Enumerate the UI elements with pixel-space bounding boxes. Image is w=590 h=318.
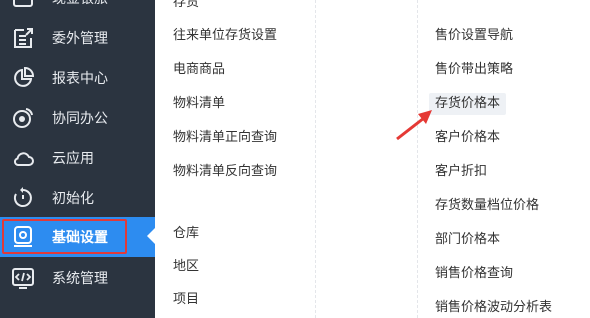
menu-link-department-price-book[interactable]: 部门价格本: [435, 231, 500, 249]
menu-link-customer-price-book[interactable]: 客户价格本: [435, 129, 500, 147]
menu-link-region[interactable]: 地区: [173, 258, 199, 276]
column-divider: [417, 0, 418, 318]
sidebar-item-reports[interactable]: 报表中心: [0, 58, 155, 98]
sidebar-item-label: 现金银旅: [52, 0, 108, 8]
sidebar-item-label: 基础设置: [52, 230, 108, 246]
active-caret: [147, 228, 155, 244]
menu-link-price-setting-guide[interactable]: 售价设置导航: [435, 27, 513, 45]
sidebar-item-cloud[interactable]: 云应用: [0, 138, 155, 178]
sidebar: 现金银旅 委外管理 报表中心 协同办公 云应用 初始化 基础设置: [0, 0, 155, 318]
collaboration-icon: [10, 105, 36, 131]
sidebar-item-label: 云应用: [52, 151, 94, 167]
sidebar-item-basic-settings[interactable]: 基础设置: [0, 217, 155, 257]
code-window-icon: [10, 265, 36, 291]
menu-link-project[interactable]: 项目: [173, 291, 199, 309]
settings-icon: [10, 224, 36, 250]
pie-chart-icon: [10, 65, 36, 91]
refresh-icon: [10, 185, 36, 211]
sidebar-item-label: 协同办公: [52, 111, 108, 127]
menu-link-inventory[interactable]: 存货: [173, 0, 199, 12]
sidebar-item-collab[interactable]: 协同办公: [0, 98, 155, 138]
menu-link-customer-discount[interactable]: 客户折扣: [435, 163, 487, 181]
menu-link-bom-reverse-query[interactable]: 物料清单反向查询: [173, 163, 277, 181]
sidebar-item-label: 系统管理: [52, 271, 108, 287]
cloud-icon: [10, 145, 36, 171]
sidebar-item-outsource[interactable]: 委外管理: [0, 18, 155, 58]
sidebar-item-label: 报表中心: [52, 71, 108, 87]
menu-link-warehouse[interactable]: 仓库: [173, 225, 199, 243]
outsource-icon: [10, 25, 36, 51]
menu-link-ecommerce-goods[interactable]: 电商商品: [173, 61, 225, 79]
menu-link-price-bringout-strategy[interactable]: 售价带出策略: [435, 61, 513, 79]
menu-panel: 存货 往来单位存货设置 电商商品 物料清单 物料清单正向查询 物料清单反向查询 …: [155, 0, 590, 318]
wallet-icon: [10, 0, 36, 11]
menu-link-quantity-tier-price[interactable]: 存货数量档位价格: [435, 197, 539, 215]
menu-link-partner-inventory-settings[interactable]: 往来单位存货设置: [173, 27, 277, 45]
menu-link-sales-price-query[interactable]: 销售价格查询: [435, 265, 513, 283]
sidebar-item-label: 初始化: [52, 191, 94, 207]
column-divider: [315, 0, 316, 318]
sidebar-item-cash[interactable]: 现金银旅: [0, 0, 155, 18]
sidebar-item-system[interactable]: 系统管理: [0, 258, 155, 298]
sidebar-item-label: 委外管理: [52, 31, 108, 47]
menu-link-bom-forward-query[interactable]: 物料清单正向查询: [173, 129, 277, 147]
menu-link-inventory-price-book[interactable]: 存货价格本: [429, 93, 507, 115]
menu-link-price-volatility-report[interactable]: 销售价格波动分析表: [435, 299, 552, 317]
menu-link-bom[interactable]: 物料清单: [173, 95, 225, 113]
sidebar-item-init[interactable]: 初始化: [0, 178, 155, 218]
